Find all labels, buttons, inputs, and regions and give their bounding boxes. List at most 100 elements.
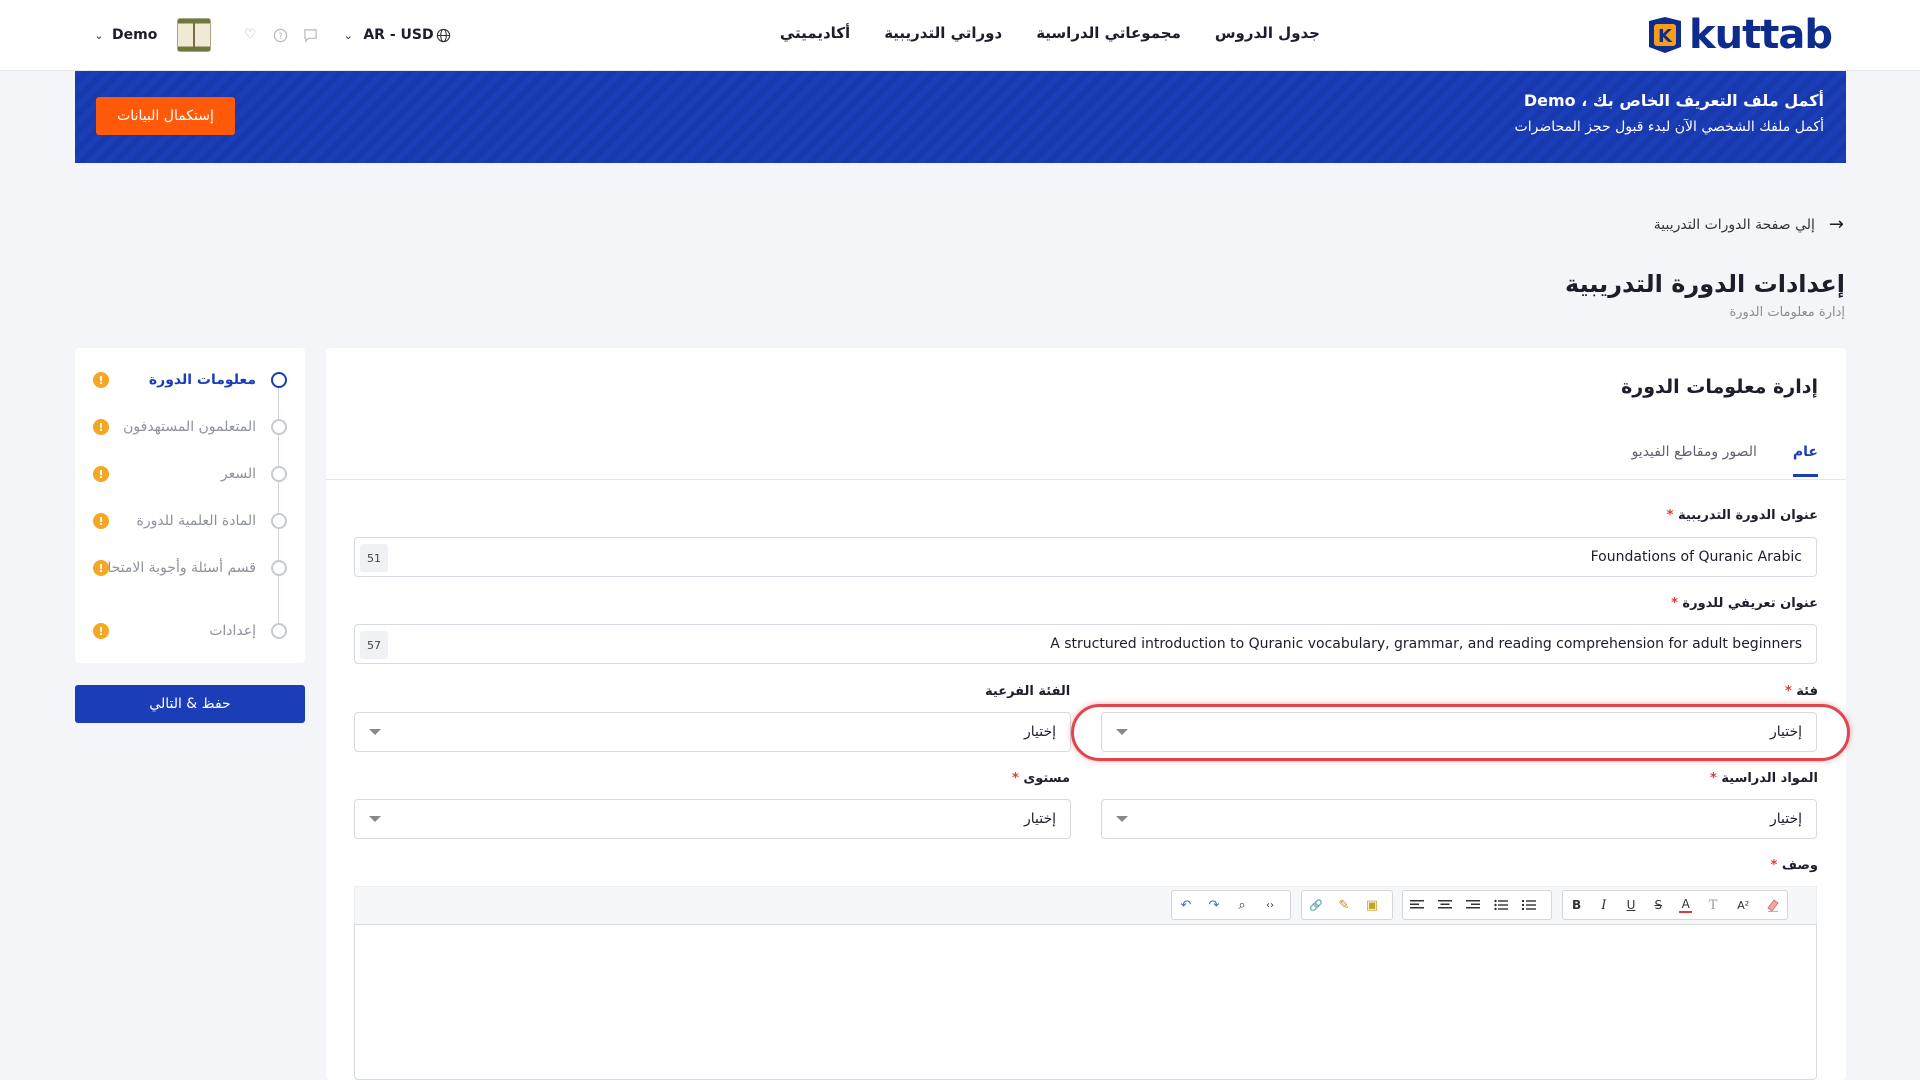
- html-source-icon[interactable]: ‹›: [1256, 891, 1284, 919]
- course-title-value: Foundations of Quranic Arabic: [1590, 549, 1802, 565]
- strikethrough-icon[interactable]: S: [1645, 891, 1672, 919]
- category-select[interactable]: إختيار: [1101, 712, 1817, 752]
- intro-title-label: عنوان تعريفي للدورة *: [1671, 596, 1818, 611]
- text-style-icon[interactable]: T: [1699, 891, 1726, 919]
- link-icon[interactable]: 🔗: [1302, 891, 1330, 919]
- warning-icon: !: [93, 560, 109, 576]
- kuttab-logo[interactable]: K kuttab: [1645, 12, 1833, 58]
- step-indicator-icon: [271, 513, 287, 529]
- italic-icon[interactable]: I: [1590, 891, 1617, 919]
- align-right-icon[interactable]: [1459, 891, 1487, 919]
- chevron-down-icon: [1116, 729, 1128, 735]
- nav-my-academy[interactable]: أكاديميتي: [780, 24, 850, 48]
- image-icon[interactable]: ▣: [1358, 891, 1386, 919]
- toolbar-group-insert: 🔗 ✎ ▣: [1301, 890, 1393, 920]
- step-label: معلومات الدورة: [148, 372, 256, 388]
- undo-icon[interactable]: ↶: [1172, 891, 1200, 919]
- tab-media[interactable]: الصور ومقاطع الفيديو: [1632, 444, 1757, 477]
- breadcrumb[interactable]: → إلي صفحة الدورات التدريبية: [1654, 214, 1844, 235]
- course-title-char-counter: 51: [360, 544, 388, 572]
- font-size-icon[interactable]: A²: [1727, 891, 1760, 919]
- edit-icon[interactable]: ✎: [1330, 891, 1358, 919]
- page-subtitle: إدارة معلومات الدورة: [1729, 305, 1845, 320]
- chevron-down-icon: [369, 816, 381, 822]
- user-name[interactable]: Demo: [112, 27, 157, 43]
- bullet-list-icon[interactable]: [1487, 891, 1515, 919]
- course-steps-panel: معلومات الدورة ! المتعلمون المستهدفون ! …: [75, 348, 305, 663]
- arrow-back-icon: →: [1828, 214, 1844, 235]
- intro-title-value: A structured introduction to Quranic voc…: [1050, 636, 1802, 652]
- language-currency-label: AR - USD: [363, 27, 434, 43]
- category-label: فئة *: [1784, 684, 1818, 699]
- description-label: وصف *: [1770, 858, 1818, 873]
- find-icon[interactable]: ⌕: [1228, 891, 1256, 919]
- course-title-label: عنوان الدورة التدريبية *: [1666, 508, 1818, 523]
- underline-icon[interactable]: U: [1617, 891, 1644, 919]
- top-navbar: K kuttab جدول الدروس مجموعاتي الدراسية د…: [0, 0, 1920, 71]
- card-title: إدارة معلومات الدورة: [1621, 376, 1818, 398]
- level-selected-value: إختيار: [1023, 811, 1056, 827]
- avatar[interactable]: [177, 18, 212, 52]
- svg-text:?: ?: [278, 30, 282, 40]
- save-and-next-button[interactable]: حفظ & التالي: [75, 685, 305, 723]
- subjects-label: المواد الدراسية *: [1710, 771, 1818, 786]
- banner-title: أكمل ملف التعريف الخاص بك ، Demo: [1523, 91, 1824, 110]
- complete-profile-button[interactable]: إستكمال البيانات: [96, 97, 235, 135]
- step-label: قسم أسئلة وأجوبة الامتحان: [97, 560, 256, 576]
- chevron-down-icon: [369, 729, 381, 735]
- category-selected-value: إختيار: [1769, 724, 1802, 740]
- steps-connector: [278, 380, 279, 632]
- font-color-icon[interactable]: A: [1678, 897, 1693, 913]
- editor-toolbar: ↶ ↷ ⌕ ‹› 🔗 ✎ ▣ B I U S A T A²: [354, 886, 1817, 924]
- course-title-input[interactable]: Foundations of Quranic Arabic 51: [354, 537, 1817, 577]
- nav-lesson-schedule[interactable]: جدول الدروس: [1215, 24, 1320, 48]
- logo-wordmark: kuttab: [1689, 12, 1833, 58]
- nav-study-groups[interactable]: مجموعاتي الدراسية: [1036, 24, 1181, 48]
- subjects-select[interactable]: إختيار: [1101, 799, 1817, 839]
- warning-icon: !: [93, 419, 109, 435]
- back-to-courses-link[interactable]: إلي صفحة الدورات التدريبية: [1654, 217, 1815, 233]
- level-label: مستوى *: [1012, 771, 1070, 786]
- step-indicator-icon: [271, 466, 287, 482]
- main-nav: جدول الدروس مجموعاتي الدراسية دوراتي الت…: [780, 24, 1320, 48]
- eraser-icon[interactable]: [1760, 891, 1787, 919]
- messages-icon[interactable]: [301, 26, 319, 44]
- step-label: السعر: [220, 466, 256, 482]
- step-indicator-icon: [271, 419, 287, 435]
- warning-icon: !: [93, 466, 109, 482]
- step-indicator-icon: [271, 372, 287, 388]
- subcategory-select[interactable]: إختيار: [354, 712, 1071, 752]
- card-tabs: عام الصور ومقاطع الفيديو: [1632, 444, 1818, 477]
- page-title: إعدادات الدورة التدريبية: [1565, 270, 1845, 298]
- tabs-divider: [326, 479, 1846, 480]
- align-left-icon[interactable]: [1403, 891, 1431, 919]
- warning-icon: !: [93, 372, 109, 388]
- language-chevron-icon: ⌄: [343, 28, 353, 42]
- subcategory-selected-value: إختيار: [1023, 724, 1056, 740]
- help-icon[interactable]: ?: [271, 26, 289, 44]
- redo-icon[interactable]: ↷: [1200, 891, 1228, 919]
- level-select[interactable]: إختيار: [354, 799, 1071, 839]
- toolbar-group-paragraph: [1402, 890, 1552, 920]
- step-label: إعدادات: [209, 623, 256, 639]
- globe-icon: [436, 28, 450, 42]
- svg-text:K: K: [1658, 26, 1673, 47]
- banner-subtitle: أكمل ملفك الشخصي الآن لبدء قبول حجز المح…: [1514, 119, 1824, 135]
- language-currency-selector[interactable]: ⌄ AR - USD: [341, 27, 450, 43]
- tab-general[interactable]: عام: [1792, 444, 1818, 477]
- align-center-icon[interactable]: [1431, 891, 1459, 919]
- warning-icon: !: [93, 513, 109, 529]
- intro-title-char-counter: 57: [360, 631, 388, 659]
- subjects-selected-value: إختيار: [1769, 811, 1802, 827]
- step-indicator-icon: [271, 623, 287, 639]
- user-area: ⌄ Demo ♡ ? ⌄ AR - USD: [92, 16, 451, 54]
- warning-icon: !: [93, 623, 109, 639]
- step-label: المتعلمون المستهدفون: [123, 419, 256, 435]
- description-editor[interactable]: [354, 924, 1817, 1080]
- nav-my-courses[interactable]: دوراتي التدريبية: [884, 24, 1002, 48]
- numbered-list-icon[interactable]: [1515, 891, 1543, 919]
- intro-title-input[interactable]: A structured introduction to Quranic voc…: [354, 624, 1817, 664]
- user-menu-chevron-icon[interactable]: ⌄: [92, 29, 106, 42]
- bold-icon[interactable]: B: [1563, 891, 1590, 919]
- favorites-heart-icon[interactable]: ♡: [241, 26, 259, 44]
